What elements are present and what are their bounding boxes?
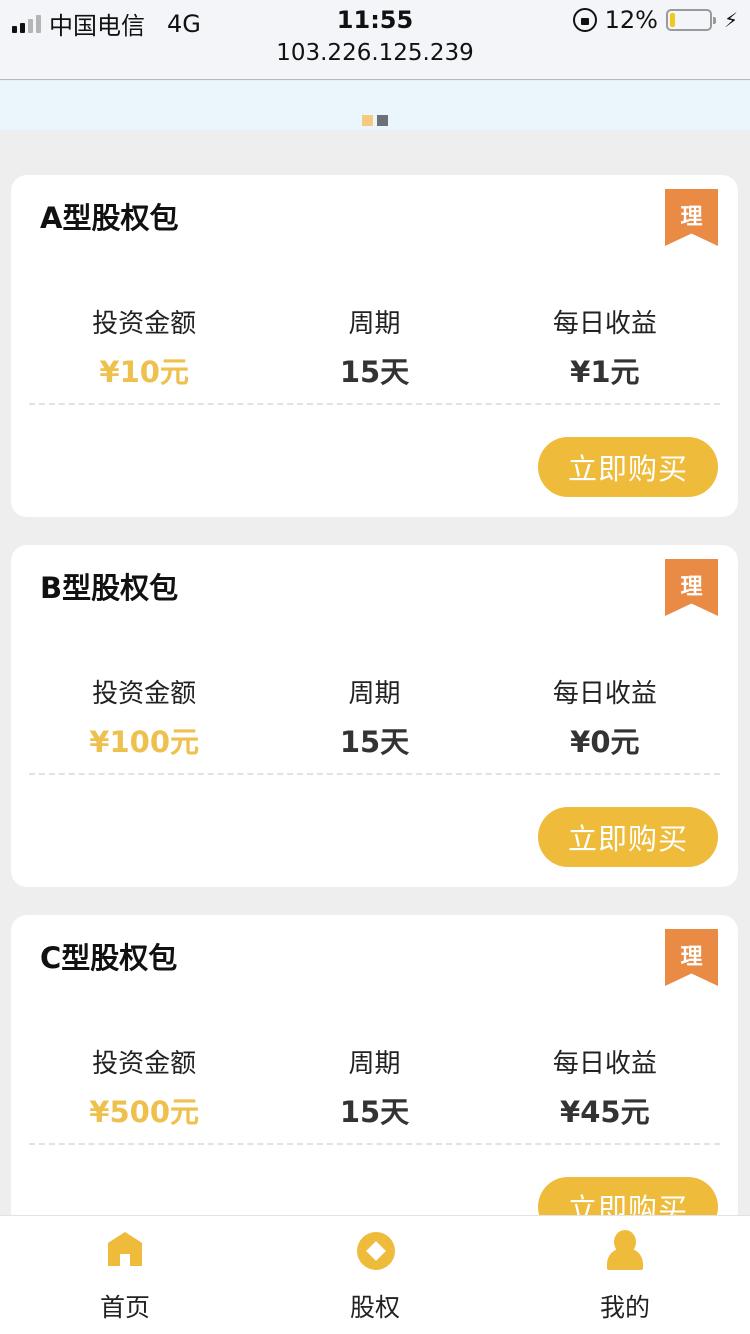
tab-equity[interactable]: 股权 [250,1216,500,1334]
user-icon [607,1230,643,1270]
investment-amount: ¥10元 [99,355,189,389]
product-card: A型股权包 理 投资金额 ¥10元 周期 15天 每日收益 ¥1元 立即购买 [11,175,738,517]
tab-label: 首页 [99,1293,150,1322]
home-icon [107,1230,143,1268]
stat-label: 投资金额 [92,1049,197,1079]
bookmark-ribbon-icon: 理 [665,559,718,616]
tab-label: 我的 [599,1293,650,1322]
tab-home[interactable]: 首页 [0,1216,250,1334]
charging-icon: ⚡ [723,8,738,32]
product-title: A型股权包 [40,201,179,235]
daily-income: ¥45元 [560,1095,650,1129]
ribbon-label: 理 [680,205,703,230]
bookmark-ribbon-icon: 理 [665,189,718,246]
battery-percent: 12% [604,6,658,34]
stat-label: 每日收益 [552,1049,657,1079]
page-url: 103.226.125.239 [276,40,474,66]
investment-amount: ¥100元 [89,725,200,759]
carousel-indicator [362,115,388,126]
stat-label: 每日收益 [552,309,657,339]
product-title: B型股权包 [40,571,179,605]
daily-income: ¥1元 [570,355,640,389]
stat-label: 周期 [348,309,401,339]
buy-now-button[interactable]: 立即购买 [538,437,718,497]
bookmark-ribbon-icon: 理 [665,929,718,986]
carousel-dot[interactable] [377,115,388,126]
investment-amount: ¥500元 [89,1095,200,1129]
ribbon-label: 理 [680,575,703,600]
dashed-divider [29,403,720,405]
status-bar: 中国电信 4G 11:55 103.226.125.239 12% ⚡ [0,0,750,80]
buy-now-button[interactable]: 立即购买 [538,807,718,867]
carousel-dot[interactable] [362,115,373,126]
product-card: C型股权包 理 投资金额 ¥500元 周期 15天 每日收益 ¥45元 立即购买 [11,915,738,1257]
stat-label: 投资金额 [92,679,197,709]
stat-label: 每日收益 [552,679,657,709]
period-value: 15天 [339,355,410,389]
ribbon-label: 理 [680,945,703,970]
coin-icon [357,1230,395,1270]
stat-label: 周期 [348,679,401,709]
bottom-tab-bar: 首页 股权 我的 [0,1215,750,1334]
stat-label: 投资金额 [92,309,197,339]
battery-level [669,13,675,27]
dashed-divider [29,1143,720,1145]
rotation-lock-icon [572,8,597,32]
dashed-divider [29,773,720,775]
period-value: 15天 [339,725,410,759]
period-value: 15天 [339,1095,410,1129]
stat-label: 周期 [348,1049,401,1079]
battery-icon [665,9,716,31]
product-title: C型股权包 [40,941,178,975]
daily-income: ¥0元 [570,725,640,759]
tab-mine[interactable]: 我的 [500,1216,750,1334]
product-card: B型股权包 理 投资金额 ¥100元 周期 15天 每日收益 ¥0元 立即购买 [11,545,738,887]
tab-label: 股权 [349,1293,400,1322]
